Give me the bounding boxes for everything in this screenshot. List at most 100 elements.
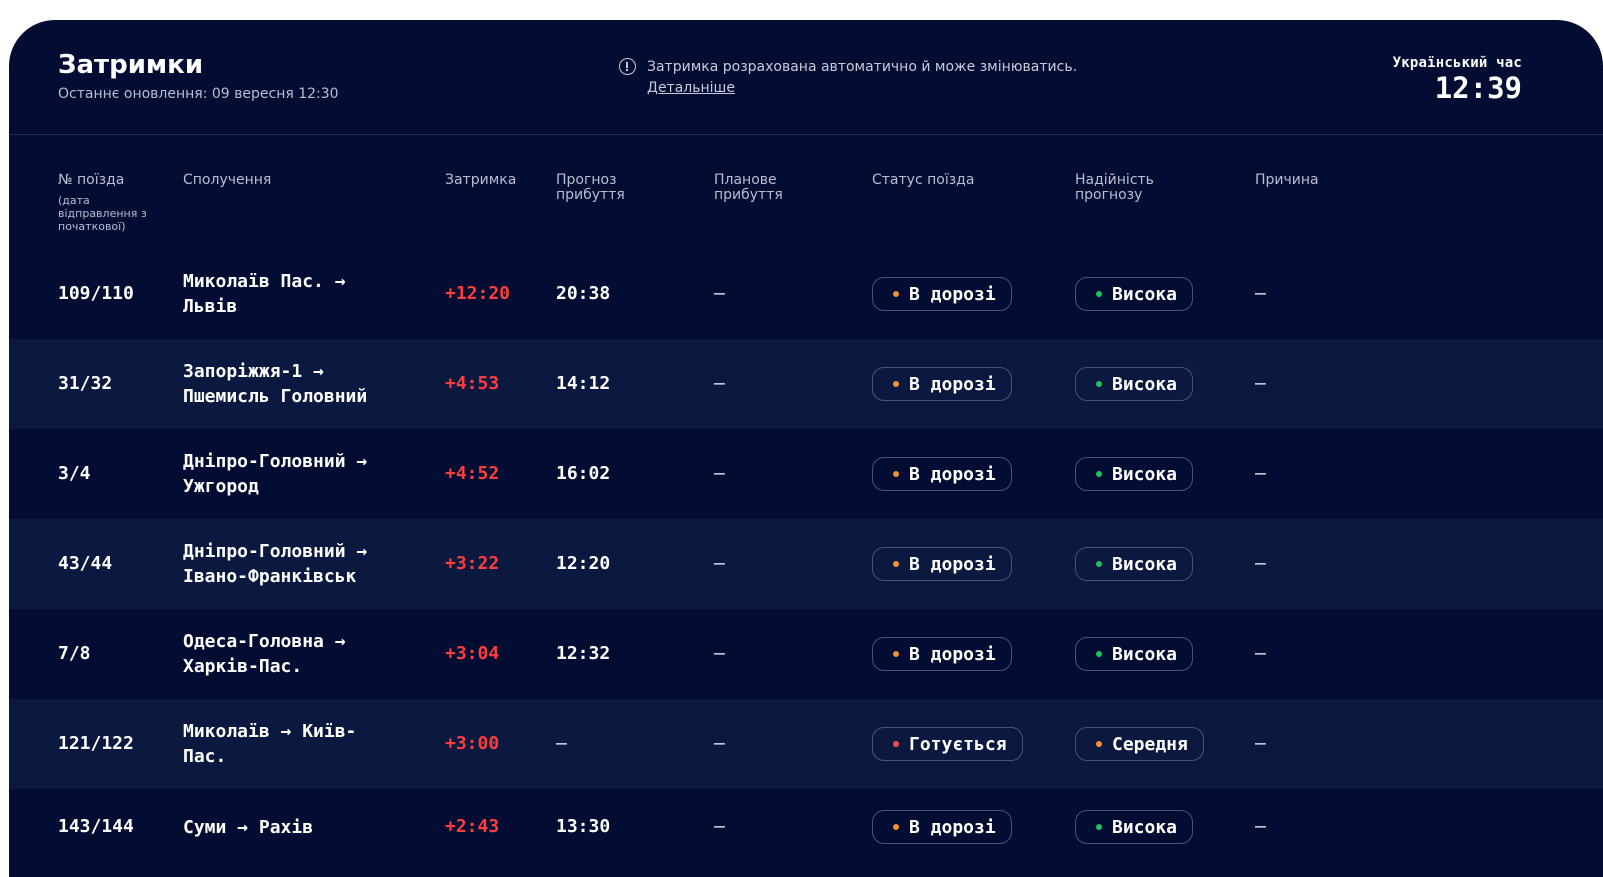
reliability-badge: Висока bbox=[1075, 637, 1194, 671]
delay-value: +4:52 bbox=[445, 463, 500, 484]
column-header-planned: Планове прибуття bbox=[714, 172, 783, 203]
status-dot-icon bbox=[893, 561, 899, 567]
status-dot-icon bbox=[1096, 471, 1102, 477]
delay-value: +2:43 bbox=[445, 816, 500, 837]
delay-value: +4:53 bbox=[445, 373, 500, 394]
column-header-route: Сполучення bbox=[183, 172, 272, 188]
train-number: 31/32 bbox=[58, 373, 113, 394]
train-number: 3/4 bbox=[58, 463, 91, 484]
reliability-badge-label: Висока bbox=[1112, 283, 1178, 305]
delay-value: +12:20 bbox=[445, 283, 511, 304]
column-header-forecast: Прогноз прибуття bbox=[556, 172, 625, 203]
details-link[interactable]: Детальніше bbox=[647, 78, 735, 99]
table-row[interactable]: 31/32 Запоріжжя-1 → Пшемисль Головний +4:5… bbox=[9, 339, 1603, 429]
column-header-train-sub: (дата відправлення з початкової) bbox=[58, 194, 147, 233]
table-row[interactable]: 121/122 Миколаїв → Київ-Пас. +3:00 — — — Готує… bbox=[9, 699, 1603, 789]
status-badge: В дорозі bbox=[872, 367, 1012, 401]
status-badge: В дорозі bbox=[872, 547, 1012, 581]
planned-arrival: — bbox=[714, 373, 725, 394]
forecast-arrival: — bbox=[556, 733, 567, 754]
reason: — bbox=[1255, 463, 1266, 484]
status-badge-label: В дорозі bbox=[909, 463, 996, 485]
reason: — bbox=[1255, 283, 1266, 304]
status-badge: В дорозі bbox=[872, 457, 1012, 491]
status-dot-icon bbox=[893, 381, 899, 387]
status-dot-icon bbox=[893, 651, 899, 657]
status-badge-label: В дорозі bbox=[909, 643, 996, 665]
route: Запоріжжя-1 → Пшемисль Головний bbox=[183, 361, 368, 407]
train-number: 43/44 bbox=[58, 553, 113, 574]
reliability-badge: Висока bbox=[1075, 277, 1194, 311]
status-badge: В дорозі bbox=[872, 277, 1012, 311]
reliability-badge-label: Висока bbox=[1112, 553, 1178, 575]
status-badge: В дорозі bbox=[872, 810, 1012, 844]
reliability-badge: Висока bbox=[1075, 367, 1194, 401]
route: Одеса-Головна → Харків-Пас. bbox=[183, 631, 346, 677]
delay-notice: Затримка розрахована автоматично й може … bbox=[619, 57, 1077, 99]
status-badge-label: В дорозі bbox=[909, 373, 996, 395]
planned-arrival: — bbox=[714, 463, 725, 484]
planned-arrival: — bbox=[714, 816, 725, 837]
reason: — bbox=[1255, 816, 1266, 837]
ukraine-clock: Український час 12:39 bbox=[1393, 55, 1522, 103]
status-badge: Готується bbox=[872, 727, 1023, 761]
last-updated: Останнє оновлення: 09 вересня 12:30 bbox=[58, 86, 339, 102]
status-dot-icon bbox=[1096, 651, 1102, 657]
status-dot-icon bbox=[893, 824, 899, 830]
reliability-badge-label: Середня bbox=[1112, 733, 1188, 755]
status-dot-icon bbox=[1096, 824, 1102, 830]
reason: — bbox=[1255, 643, 1266, 664]
route: Миколаїв → Київ-Пас. bbox=[183, 721, 357, 767]
reliability-badge-label: Висока bbox=[1112, 463, 1178, 485]
status-badge-label: Готується bbox=[909, 733, 1007, 755]
table-row[interactable]: 109/110 Миколаїв Пас. → Львів +12:20 20:38 —… bbox=[9, 249, 1603, 339]
reliability-badge-label: Висока bbox=[1112, 816, 1178, 838]
planned-arrival: — bbox=[714, 643, 725, 664]
status-dot-icon bbox=[893, 291, 899, 297]
table-row[interactable]: 143/144 Суми → Рахів +2:43 13:30 — — В дорозі В… bbox=[9, 789, 1603, 865]
forecast-arrival: 16:02 bbox=[556, 463, 611, 484]
delay-value: +3:00 bbox=[445, 733, 500, 754]
status-dot-icon bbox=[893, 471, 899, 477]
clock-time: 12:39 bbox=[1434, 71, 1522, 105]
forecast-arrival: 14:12 bbox=[556, 373, 611, 394]
table-row[interactable]: 43/44 Дніпро-Головний → Івано-Франківськ +… bbox=[9, 519, 1603, 609]
route: Дніпро-Головний → Ужгород bbox=[183, 451, 368, 497]
planned-arrival: — bbox=[714, 733, 725, 754]
route: Миколаїв Пас. → Львів bbox=[183, 271, 346, 317]
info-icon bbox=[619, 58, 636, 75]
forecast-arrival: 20:38 bbox=[556, 283, 611, 304]
delays-board: Затримки Останнє оновлення: 09 вересня 1… bbox=[9, 20, 1603, 877]
train-number: 7/8 bbox=[58, 643, 91, 664]
column-header-reliability: Надійність прогнозу bbox=[1075, 172, 1154, 203]
reliability-badge: Висока bbox=[1075, 457, 1194, 491]
status-dot-icon bbox=[1096, 291, 1102, 297]
status-dot-icon bbox=[1096, 741, 1102, 747]
reliability-badge-label: Висока bbox=[1112, 643, 1178, 665]
notice-text: Затримка розрахована автоматично й може … bbox=[647, 59, 1078, 75]
table-row[interactable]: 7/8 Одеса-Головна → Харків-Пас. +3:04 12:32… bbox=[9, 609, 1603, 699]
reliability-badge: Висока bbox=[1075, 547, 1194, 581]
reason: — bbox=[1255, 553, 1266, 574]
status-badge-label: В дорозі bbox=[909, 816, 996, 838]
status-badge: В дорозі bbox=[872, 637, 1012, 671]
status-dot-icon bbox=[893, 741, 899, 747]
reliability-badge: Висока bbox=[1075, 810, 1194, 844]
reason: — bbox=[1255, 733, 1266, 754]
table-row[interactable]: 3/4 Дніпро-Головний → Ужгород +4:52 16:02 — —… bbox=[9, 429, 1603, 519]
forecast-arrival: 13:30 bbox=[556, 816, 611, 837]
reliability-badge-label: Висока bbox=[1112, 373, 1178, 395]
reliability-badge: Середня bbox=[1075, 727, 1204, 761]
status-dot-icon bbox=[1096, 381, 1102, 387]
delay-value: +3:22 bbox=[445, 553, 500, 574]
route: Суми → Рахів bbox=[183, 817, 314, 838]
status-badge-label: В дорозі bbox=[909, 553, 996, 575]
train-number: 143/144 bbox=[58, 816, 134, 837]
planned-arrival: — bbox=[714, 553, 725, 574]
train-number: 121/122 bbox=[58, 733, 134, 754]
delay-value: +3:04 bbox=[445, 643, 500, 664]
train-number: 109/110 bbox=[58, 283, 134, 304]
column-header-reason: Причина bbox=[1255, 172, 1319, 188]
column-header-delay: Затримка bbox=[445, 172, 517, 188]
page-title: Затримки bbox=[58, 50, 204, 80]
